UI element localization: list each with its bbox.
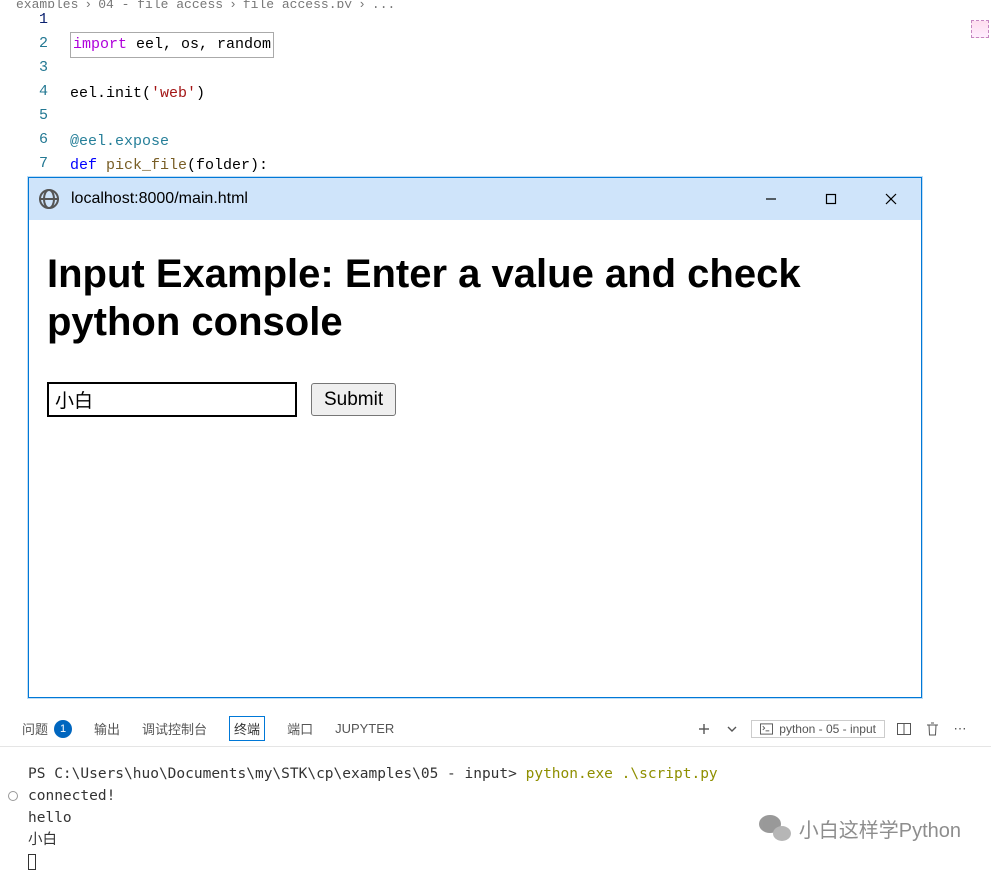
maximize-icon <box>825 193 837 205</box>
breadcrumb-seg[interactable]: file_access.py <box>243 0 352 8</box>
split-icon <box>897 723 911 735</box>
terminal-selector[interactable]: python - 05 - input <box>751 720 885 738</box>
minimize-button[interactable] <box>741 178 801 220</box>
trash-icon <box>926 722 939 736</box>
browser-window: localhost:8000/main.html Input Example: … <box>28 177 922 698</box>
command-text: python.exe .\script.py <box>526 766 718 782</box>
plus-icon <box>697 722 711 736</box>
panel-tabs: 问题 1 输出 调试控制台 终端 端口 JUPYTER python - 05 … <box>0 711 991 747</box>
page-heading: Input Example: Enter a value and check p… <box>47 250 903 346</box>
tab-terminal[interactable]: 终端 <box>229 716 265 741</box>
gutter-circle-icon <box>8 791 18 801</box>
new-terminal-button[interactable] <box>695 720 713 738</box>
breadcrumb-seg[interactable]: ... <box>372 0 395 8</box>
value-input[interactable] <box>47 382 297 417</box>
wechat-icon <box>759 815 791 843</box>
globe-icon <box>39 189 59 209</box>
close-icon <box>885 193 897 205</box>
code-editor[interactable]: 1 2 3 4 5 6 7 import eel, os, random eel… <box>0 8 991 178</box>
close-button[interactable] <box>861 178 921 220</box>
kill-terminal-button[interactable] <box>923 720 941 738</box>
chevron-right-icon: › <box>229 0 237 8</box>
breadcrumb-seg[interactable]: examples <box>16 0 78 8</box>
breadcrumb[interactable]: examples › 04 - file_access › file_acces… <box>0 0 991 8</box>
chevron-right-icon: › <box>84 0 92 8</box>
browser-content: Input Example: Enter a value and check p… <box>29 220 921 447</box>
chevron-right-icon: › <box>358 0 366 8</box>
tab-ports[interactable]: 端口 <box>287 715 313 742</box>
watermark: 小白这样学Python <box>759 814 961 843</box>
minimap[interactable] <box>971 20 989 38</box>
terminal-cursor <box>28 854 36 870</box>
prompt: PS C:\Users\huo\Documents\my\STK\cp\exam… <box>28 766 526 782</box>
split-terminal-button[interactable] <box>895 720 913 738</box>
more-actions-button[interactable]: ⋯ <box>951 720 969 738</box>
submit-button[interactable]: Submit <box>311 383 396 416</box>
code-content[interactable]: import eel, os, random eel.init('web') @… <box>70 8 991 178</box>
minimize-icon <box>765 193 777 205</box>
line-gutter: 1 2 3 4 5 6 7 <box>0 8 70 178</box>
breadcrumb-seg[interactable]: 04 - file_access <box>98 0 223 8</box>
problems-badge: 1 <box>54 720 72 738</box>
titlebar[interactable]: localhost:8000/main.html <box>29 178 921 220</box>
tab-output[interactable]: 输出 <box>94 715 120 742</box>
tab-debug-console[interactable]: 调试控制台 <box>142 715 207 742</box>
url-text: localhost:8000/main.html <box>71 190 741 208</box>
chevron-down-icon <box>727 724 737 734</box>
output-line: connected! <box>28 785 963 807</box>
tab-problems[interactable]: 问题 1 <box>22 715 72 742</box>
maximize-button[interactable] <box>801 178 861 220</box>
terminal-icon <box>760 723 773 735</box>
terminal-dropdown[interactable] <box>723 720 741 738</box>
tab-jupyter[interactable]: JUPYTER <box>335 717 394 740</box>
